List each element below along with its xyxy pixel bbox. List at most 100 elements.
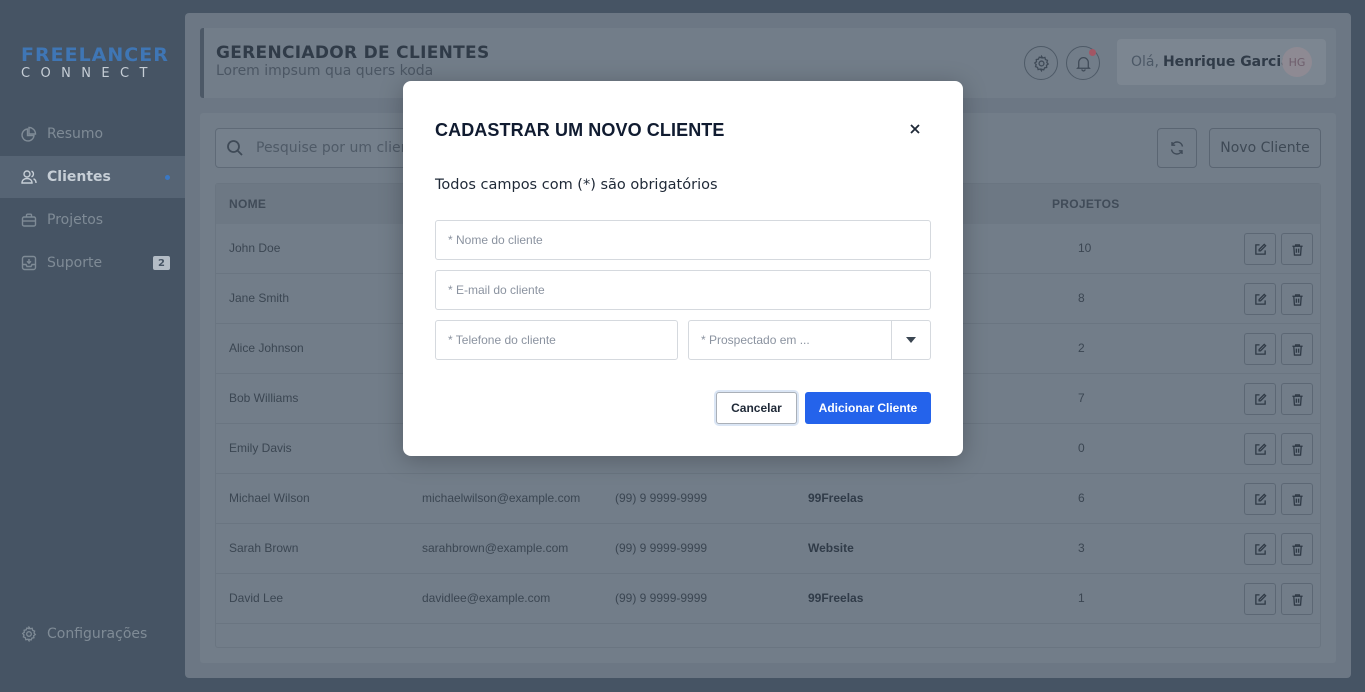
page-subtitle: Lorem impsum qua quers koda [216,63,434,79]
edit-button[interactable] [1244,583,1276,615]
sidebar-item-label: Suporte [47,255,103,271]
sidebar-item-label: Resumo [47,126,104,142]
delete-button[interactable] [1281,483,1313,515]
dropdown-toggle[interactable] [891,321,930,359]
edit-button[interactable] [1244,483,1276,515]
prospected-placeholder: * Prospectado em ... [701,333,810,347]
prospected-select[interactable]: * Prospectado em ... [688,320,931,360]
edit-icon [1254,342,1267,355]
caret-down-icon [906,337,916,343]
pie-chart-icon [21,126,37,142]
trash-icon [1291,393,1303,406]
sidebar-item-label: Projetos [47,212,104,228]
delete-button[interactable] [1281,233,1313,265]
notification-dot [1089,49,1096,56]
edit-icon [1254,392,1267,405]
client-projects: 1 [1078,591,1085,605]
edit-icon [1254,292,1267,305]
delete-button[interactable] [1281,333,1313,365]
gear-icon [1033,54,1049,72]
client-name: Bob Williams [229,391,299,405]
client-projects: 2 [1078,341,1085,355]
client-projects: 0 [1078,441,1085,455]
client-name: David Lee [229,591,284,605]
edit-icon [1254,542,1267,555]
edit-icon [1254,442,1267,455]
client-projects: 3 [1078,541,1085,555]
edit-button[interactable] [1244,383,1276,415]
notifications-button[interactable] [1066,46,1100,80]
edit-button[interactable] [1244,533,1276,565]
delete-button[interactable] [1281,533,1313,565]
table-row: Michael Wilson michaelwilson@example.com (… [216,474,1320,524]
user-name: Henrique Garcia [1162,54,1291,70]
edit-button[interactable] [1244,333,1276,365]
gear-icon [21,626,37,642]
page-title: GERENCIADOR DE CLIENTES [216,43,490,63]
delete-button[interactable] [1281,583,1313,615]
brand-logo: FREELANCER CONNECT [21,45,169,84]
sidebar-item-label: Clientes [47,169,111,185]
active-indicator [165,174,170,180]
trash-icon [1291,343,1303,356]
refresh-icon [1170,141,1184,155]
client-email: michaelwilson@example.com [422,491,581,505]
inbox-icon [21,255,37,271]
search-icon [227,140,243,156]
client-email: davidlee@example.com [422,591,551,605]
client-phone: (99) 9 9999-9999 [615,541,708,555]
sidebar-item-resumo[interactable]: Resumo [0,113,185,155]
required-fields-note: Todos campos com (*) são obrigatórios [435,177,718,193]
client-projects: 6 [1078,491,1085,505]
client-name: Jane Smith [229,291,290,305]
client-phone-field[interactable] [435,320,678,360]
trash-icon [1291,293,1303,306]
sidebar-item-suporte[interactable]: Suporte 2 [0,242,185,284]
client-name-field[interactable] [435,220,931,260]
modal-title: CADASTRAR UM NOVO CLIENTE [435,120,725,140]
briefcase-icon [21,213,37,227]
sidebar: FREELANCER CONNECT Resumo Clientes Proje… [0,0,185,692]
column-header-name: NOME [229,197,267,211]
bell-icon [1075,56,1091,71]
client-source: 99Freelas [808,491,864,505]
table-row: Sarah Brown sarahbrown@example.com (99) 9 … [216,524,1320,574]
delete-button[interactable] [1281,383,1313,415]
edit-icon [1254,592,1267,605]
user-greeting: Olá, [1131,54,1159,70]
new-client-modal: CADASTRAR UM NOVO CLIENTE Todos campos c… [403,81,963,456]
client-name: Alice Johnson [229,341,304,355]
new-client-button[interactable]: Novo Cliente [1209,128,1321,168]
client-source: 99Freelas [808,591,864,605]
sidebar-item-configuracoes[interactable]: Configurações [21,626,147,642]
edit-button[interactable] [1244,283,1276,315]
refresh-button[interactable] [1157,128,1197,168]
settings-button[interactable] [1024,46,1058,80]
sidebar-item-clientes[interactable]: Clientes [0,156,185,198]
avatar: HG [1282,47,1312,77]
delete-button[interactable] [1281,283,1313,315]
add-client-button[interactable]: Adicionar Cliente [805,392,931,424]
brand-line-2: CONNECT [21,66,158,81]
client-projects: 8 [1078,291,1085,305]
client-name: Sarah Brown [229,541,299,555]
client-email-field[interactable] [435,270,931,310]
client-projects: 10 [1078,241,1092,255]
client-name: John Doe [229,241,281,255]
edit-button[interactable] [1244,433,1276,465]
delete-button[interactable] [1281,433,1313,465]
client-projects: 7 [1078,391,1085,405]
user-menu[interactable]: Olá, Henrique Garcia HG [1117,39,1326,85]
settings-label: Configurações [47,626,148,642]
trash-icon [1291,493,1303,506]
edit-button[interactable] [1244,233,1276,265]
brand-line-1: FREELANCER [21,44,169,66]
client-email: sarahbrown@example.com [422,541,569,555]
close-icon [910,124,920,134]
users-icon [21,170,37,184]
client-name: Emily Davis [229,441,292,455]
trash-icon [1291,543,1303,556]
cancel-button[interactable]: Cancelar [716,392,797,424]
close-button[interactable] [906,120,924,138]
sidebar-item-projetos[interactable]: Projetos [0,199,185,241]
